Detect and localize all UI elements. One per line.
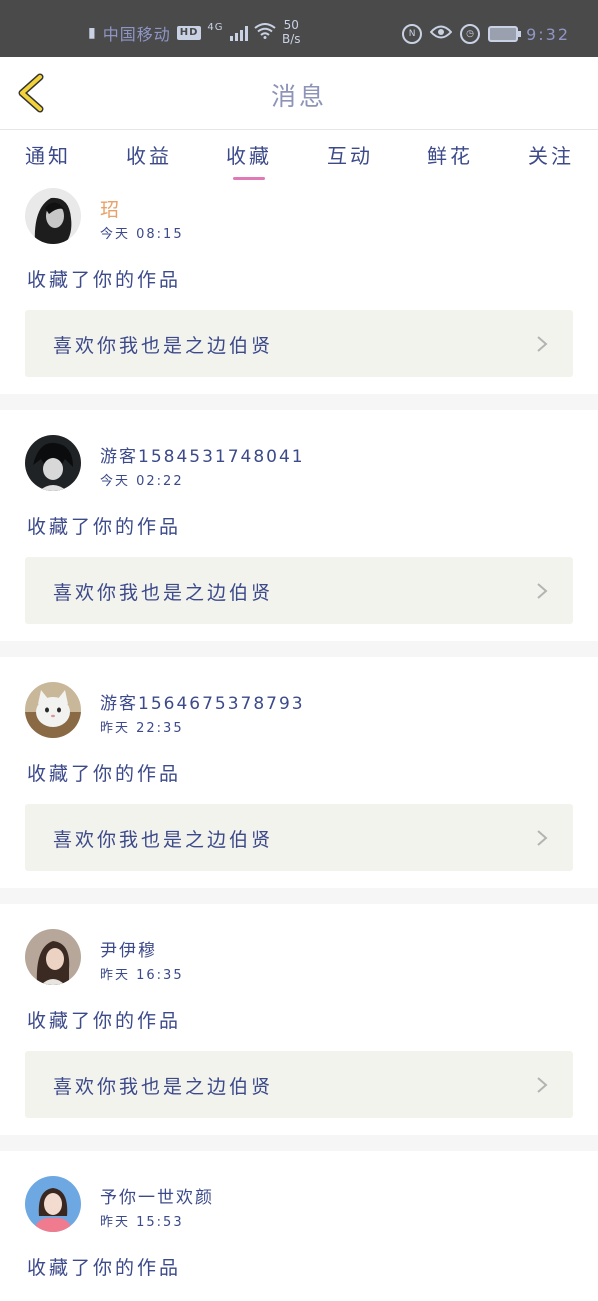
work-card[interactable]: 喜欢你我也是之边伯贤: [25, 557, 573, 624]
message-item: 予你一世欢颜 昨天 15:53 收藏了你的作品: [0, 1135, 598, 1301]
chevron-right-icon: [537, 336, 548, 352]
tab-following[interactable]: 关注: [511, 140, 591, 169]
work-card[interactable]: 喜欢你我也是之边伯贤: [25, 310, 573, 377]
tab-favorites[interactable]: 收藏: [209, 140, 289, 169]
work-title: 喜欢你我也是之边伯贤: [53, 335, 274, 357]
net-speed-unit: B/s: [282, 32, 301, 46]
tab-interactions[interactable]: 互动: [310, 140, 390, 169]
message-action: 收藏了你的作品: [27, 516, 182, 538]
page-title: 消息: [270, 82, 327, 111]
message-action: 收藏了你的作品: [27, 1257, 182, 1279]
user-avatar[interactable]: [25, 929, 81, 985]
message-action: 收藏了你的作品: [27, 269, 182, 291]
tab-flowers[interactable]: 鲜花: [410, 140, 490, 169]
nav-bar: 消息: [0, 57, 598, 130]
message-time: 昨天 22:35: [100, 721, 184, 736]
carrier-label: 中国移动: [102, 25, 171, 44]
battery-icon: [488, 26, 522, 42]
work-card[interactable]: 喜欢你我也是之边伯贤: [25, 1051, 573, 1118]
alarm-icon: ◷: [460, 24, 481, 44]
message-list: 玿 今天 08:15 收藏了你的作品 喜欢你我也是之边伯贤 游客15845317…: [0, 182, 598, 1301]
work-title: 喜欢你我也是之边伯贤: [53, 582, 274, 604]
message-item: 游客1584531748041 今天 02:22 收藏了你的作品 喜欢你我也是之…: [0, 394, 598, 641]
message-item: 游客1564675378793 昨天 22:35 收藏了你的作品 喜欢你我也是之…: [0, 641, 598, 888]
user-name[interactable]: 玿: [100, 195, 121, 222]
status-right: N ◷ 9:32: [402, 22, 570, 46]
status-left: ▮ 中国移动 HD 4G: [88, 20, 276, 46]
tab-bar: 通知 收益 收藏 互动 鲜花 关注: [0, 130, 598, 182]
nfc-icon: N: [402, 24, 423, 44]
message-item: 玿 今天 08:15 收藏了你的作品 喜欢你我也是之边伯贤: [0, 182, 598, 394]
message-time: 昨天 16:35: [100, 968, 184, 983]
user-name[interactable]: 游客1564675378793: [100, 689, 305, 714]
active-tab-indicator: [233, 177, 265, 180]
message-time: 今天 08:15: [100, 227, 184, 242]
clock-time: 9:32: [526, 24, 570, 44]
user-avatar[interactable]: [25, 682, 81, 738]
sim-icon: ▮: [88, 25, 97, 41]
tab-notifications[interactable]: 通知: [8, 140, 88, 169]
message-item: 尹伊穆 昨天 16:35 收藏了你的作品 喜欢你我也是之边伯贤: [0, 888, 598, 1135]
hd-badge: HD: [176, 26, 202, 40]
user-avatar[interactable]: [25, 188, 81, 244]
message-action: 收藏了你的作品: [27, 763, 182, 785]
message-time: 昨天 15:53: [100, 1215, 184, 1230]
chevron-right-icon: [537, 1077, 548, 1093]
chevron-right-icon: [537, 830, 548, 846]
eye-icon: [429, 25, 453, 43]
status-bar: ▮ 中国移动 HD 4G 50 B/s N ◷ 9:32: [0, 0, 598, 57]
work-card[interactable]: 喜欢你我也是之边伯贤: [25, 804, 573, 871]
network-type: 4G: [207, 22, 224, 33]
message-action: 收藏了你的作品: [27, 1010, 182, 1032]
work-title: 喜欢你我也是之边伯贤: [53, 829, 274, 851]
wifi-icon: [253, 23, 276, 43]
chevron-right-icon: [537, 583, 548, 599]
tab-earnings[interactable]: 收益: [109, 140, 189, 169]
user-avatar[interactable]: [25, 1176, 81, 1232]
user-avatar[interactable]: [25, 435, 81, 491]
net-speed: 50 B/s: [282, 18, 301, 46]
net-speed-value: 50: [283, 18, 299, 32]
work-title: 喜欢你我也是之边伯贤: [53, 1076, 274, 1098]
user-name[interactable]: 尹伊穆: [100, 936, 157, 961]
signal-icon: [229, 25, 248, 41]
message-time: 今天 02:22: [100, 474, 184, 489]
user-name[interactable]: 游客1584531748041: [100, 442, 305, 467]
user-name[interactable]: 予你一世欢颜: [100, 1183, 214, 1208]
